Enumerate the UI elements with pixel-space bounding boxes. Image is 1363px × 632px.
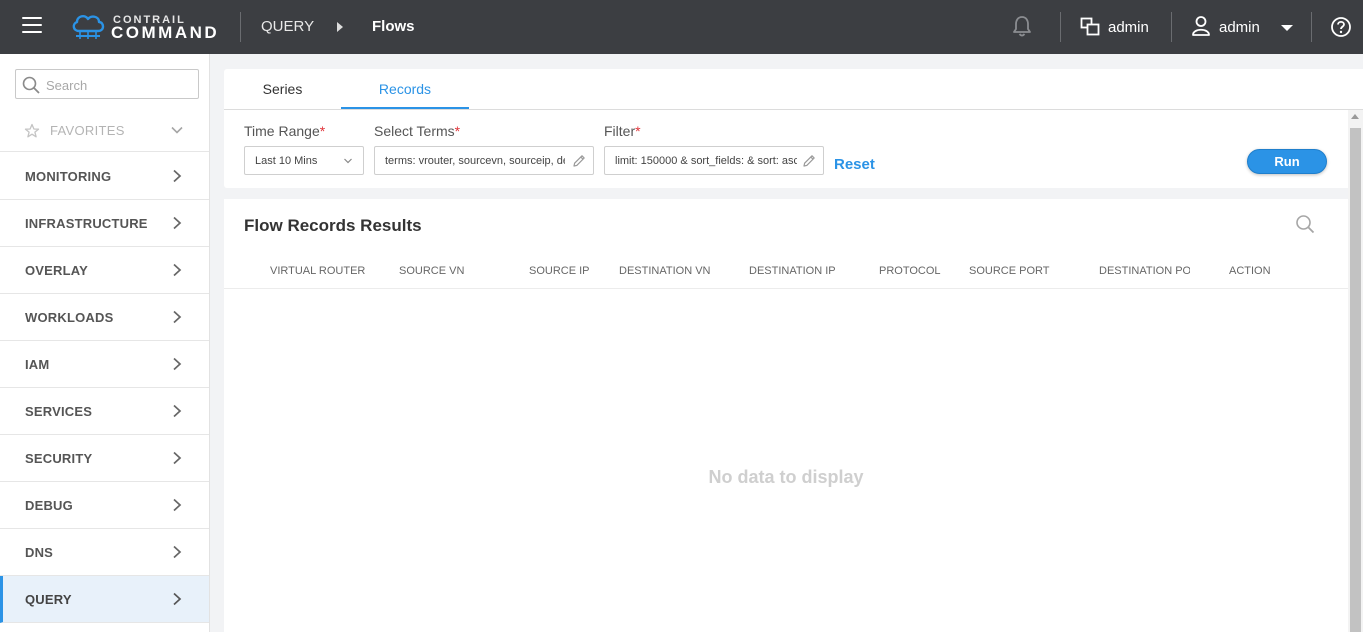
sidebar-search-input[interactable] <box>46 75 194 95</box>
top-bar: CONTRAIL COMMAND QUERY Flows admin admin <box>0 0 1363 54</box>
sidebar-item-overlay[interactable]: OVERLAY <box>0 247 209 294</box>
sidebar-favorites[interactable]: FAVORITES <box>0 112 209 152</box>
time-range-select[interactable]: Last 10 Mins <box>244 146 364 175</box>
sidebar-item-workloads[interactable]: WORKLOADS <box>0 294 209 341</box>
chevron-right-icon <box>173 310 182 324</box>
search-icon[interactable] <box>1295 214 1315 234</box>
breadcrumb-arrow-icon <box>337 22 343 32</box>
user-menu[interactable]: admin <box>1219 19 1260 36</box>
tab-records[interactable]: Records <box>341 69 469 109</box>
project-selector[interactable]: admin <box>1108 19 1149 36</box>
column-header-destination-vn[interactable]: DESTINATION VN <box>619 265 739 277</box>
divider <box>1171 12 1172 42</box>
sidebar-item-security[interactable]: SECURITY <box>0 435 209 482</box>
sidebar-search[interactable] <box>15 69 199 99</box>
cloud-logo-icon <box>72 14 105 39</box>
column-header-destination-port[interactable]: DESTINATION PORT <box>1099 265 1190 277</box>
chevron-right-icon <box>173 357 182 371</box>
select-terms-label: Select Terms* <box>374 123 461 139</box>
filter-field[interactable]: limit: 150000 & sort_fields: & sort: asc <box>604 146 824 175</box>
results-panel: Flow Records Results VIRTUAL ROUTER SOUR… <box>224 199 1348 632</box>
sidebar-item-iam[interactable]: IAM <box>0 341 209 388</box>
filter-value: limit: 150000 & sort_fields: & sort: asc <box>615 155 797 167</box>
sidebar-item-label: DEBUG <box>25 498 73 513</box>
chevron-down-icon <box>344 158 352 164</box>
chevron-right-icon <box>173 169 182 183</box>
chevron-right-icon <box>173 545 182 559</box>
chevron-right-icon <box>173 216 182 230</box>
select-terms-field[interactable]: terms: vrouter, sourcevn, sourceip, dest… <box>374 146 594 175</box>
sidebar: FAVORITES MONITORING INFRASTRUCTURE OVER… <box>0 54 210 632</box>
sidebar-item-monitoring[interactable]: MONITORING <box>0 153 209 200</box>
chevron-right-icon <box>173 451 182 465</box>
sidebar-item-dns[interactable]: DNS <box>0 529 209 576</box>
bell-icon[interactable] <box>1012 15 1032 37</box>
column-header-virtual-router[interactable]: VIRTUAL ROUTER <box>270 265 390 277</box>
column-header-source-port[interactable]: SOURCE PORT <box>969 265 1089 277</box>
user-icon[interactable] <box>1191 15 1211 37</box>
required-mark: * <box>454 123 461 139</box>
column-header-destination-ip[interactable]: DESTINATION IP <box>749 265 869 277</box>
divider <box>240 12 241 42</box>
sidebar-item-services[interactable]: SERVICES <box>0 388 209 435</box>
chevron-right-icon <box>173 263 182 277</box>
column-header-protocol[interactable]: PROTOCOL <box>879 265 959 277</box>
sidebar-item-label: MONITORING <box>25 169 112 184</box>
star-icon <box>24 123 40 138</box>
scrollbar-thumb[interactable] <box>1350 128 1361 632</box>
chevron-right-icon <box>173 404 182 418</box>
tab-series[interactable]: Series <box>224 69 341 109</box>
empty-state-message: No data to display <box>708 467 864 487</box>
chevron-right-icon <box>173 592 182 606</box>
chevron-down-icon <box>171 126 183 134</box>
pencil-icon[interactable] <box>801 153 817 169</box>
sidebar-item-label: OVERLAY <box>25 263 89 278</box>
sidebar-item-label: INFRASTRUCTURE <box>25 216 148 231</box>
sidebar-item-debug[interactable]: DEBUG <box>0 482 209 529</box>
chevron-right-icon <box>173 498 182 512</box>
help-icon[interactable] <box>1330 16 1352 38</box>
reset-button[interactable]: Reset <box>834 156 875 173</box>
query-panel: Series Records Time Range* Last 10 Mins … <box>224 69 1363 188</box>
sidebar-item-label: DNS <box>25 545 54 560</box>
time-range-value: Last 10 Mins <box>255 155 318 167</box>
sidebar-item-label: IAM <box>25 357 50 372</box>
breadcrumb-query[interactable]: QUERY <box>261 18 314 35</box>
results-title: Flow Records Results <box>244 216 422 235</box>
pencil-icon[interactable] <box>571 153 587 169</box>
tabs-divider <box>224 109 1363 110</box>
column-header-action[interactable]: ACTION <box>1229 265 1309 277</box>
logo-text-bottom: COMMAND <box>111 23 220 42</box>
sidebar-item-infrastructure[interactable]: INFRASTRUCTURE <box>0 200 209 247</box>
search-icon <box>22 76 40 94</box>
select-terms-value: terms: vrouter, sourcevn, sourceip, dest… <box>385 155 565 167</box>
column-header-source-vn[interactable]: SOURCE VN <box>399 265 519 277</box>
scroll-up-arrow-icon[interactable] <box>1351 114 1359 119</box>
sidebar-item-label: SERVICES <box>25 404 93 419</box>
caret-down-icon[interactable] <box>1281 25 1293 31</box>
project-icon[interactable] <box>1080 17 1100 37</box>
time-range-label: Time Range* <box>244 123 326 139</box>
required-mark: * <box>635 123 641 139</box>
column-header-source-ip[interactable]: SOURCE IP <box>529 265 609 277</box>
sidebar-item-query[interactable]: QUERY <box>0 576 209 623</box>
divider <box>1060 12 1061 42</box>
sidebar-item-label: QUERY <box>25 592 72 607</box>
filter-label: Filter* <box>604 123 641 139</box>
app-logo[interactable]: CONTRAIL COMMAND <box>70 11 220 43</box>
breadcrumb-current-page: Flows <box>372 18 415 35</box>
sidebar-item-label: SECURITY <box>25 451 93 466</box>
required-mark: * <box>319 123 326 139</box>
table-header-divider <box>224 288 1348 289</box>
menu-icon[interactable] <box>22 17 42 35</box>
favorites-label: FAVORITES <box>50 123 125 138</box>
run-button[interactable]: Run <box>1247 149 1327 174</box>
sidebar-item-label: WORKLOADS <box>25 310 114 325</box>
divider <box>1311 12 1312 42</box>
